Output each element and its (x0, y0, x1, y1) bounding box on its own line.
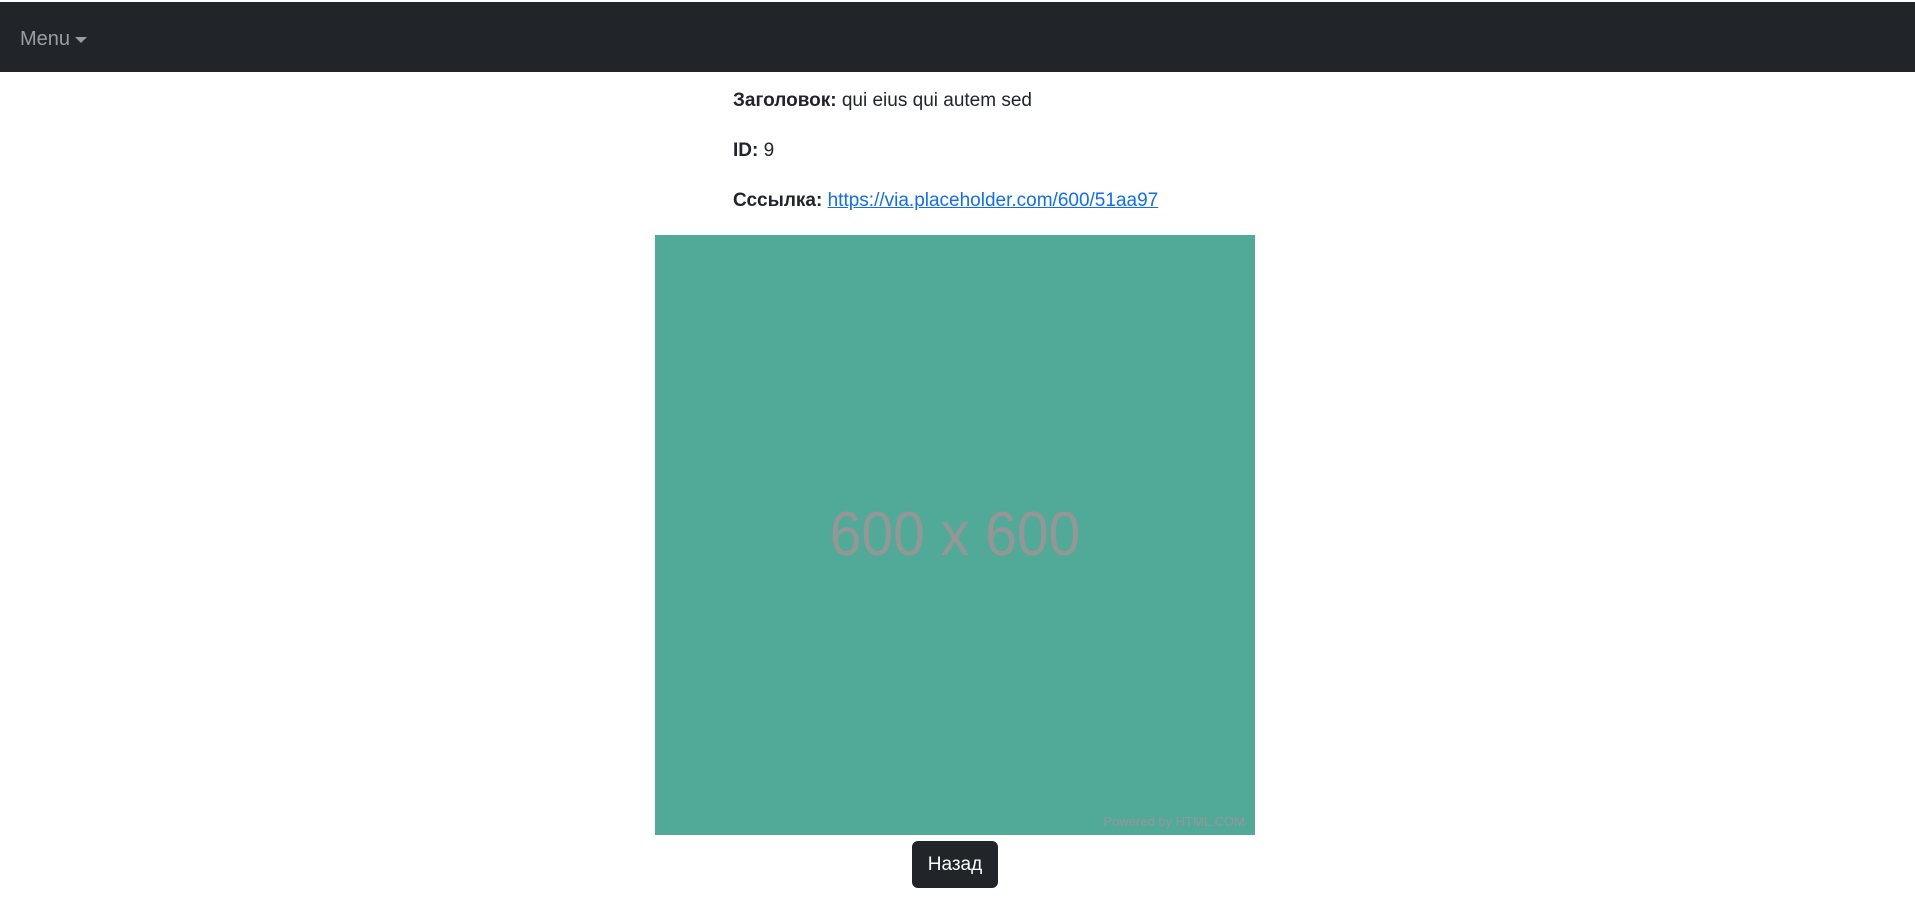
id-label: ID: (733, 140, 759, 161)
back-button[interactable]: Назад (912, 841, 998, 888)
image-credit-text: Powered by HTML.COM (1103, 814, 1245, 829)
id-field: ID: 9 (733, 139, 774, 163)
placeholder-image: 600 x 600 Powered by HTML.COM (655, 235, 1255, 835)
title-label: Заголовок: (733, 90, 837, 111)
title-field: Заголовок: qui eius qui autem sed (733, 89, 1032, 113)
link-url[interactable]: https://via.placeholder.com/600/51aa97 (828, 190, 1159, 211)
navbar: Menu (0, 2, 1915, 72)
title-value: qui eius qui autem sed (841, 90, 1032, 111)
image-dimension-text: 600 x 600 (829, 500, 1081, 569)
id-value: 9 (763, 140, 775, 161)
link-field: Сссылка: https://via.placeholder.com/600… (733, 189, 1158, 213)
menu-dropdown-toggle[interactable]: Menu (20, 26, 88, 52)
menu-label: Menu (20, 27, 71, 50)
caret-down-icon (75, 37, 88, 43)
link-label: Сссылка: (733, 190, 823, 211)
